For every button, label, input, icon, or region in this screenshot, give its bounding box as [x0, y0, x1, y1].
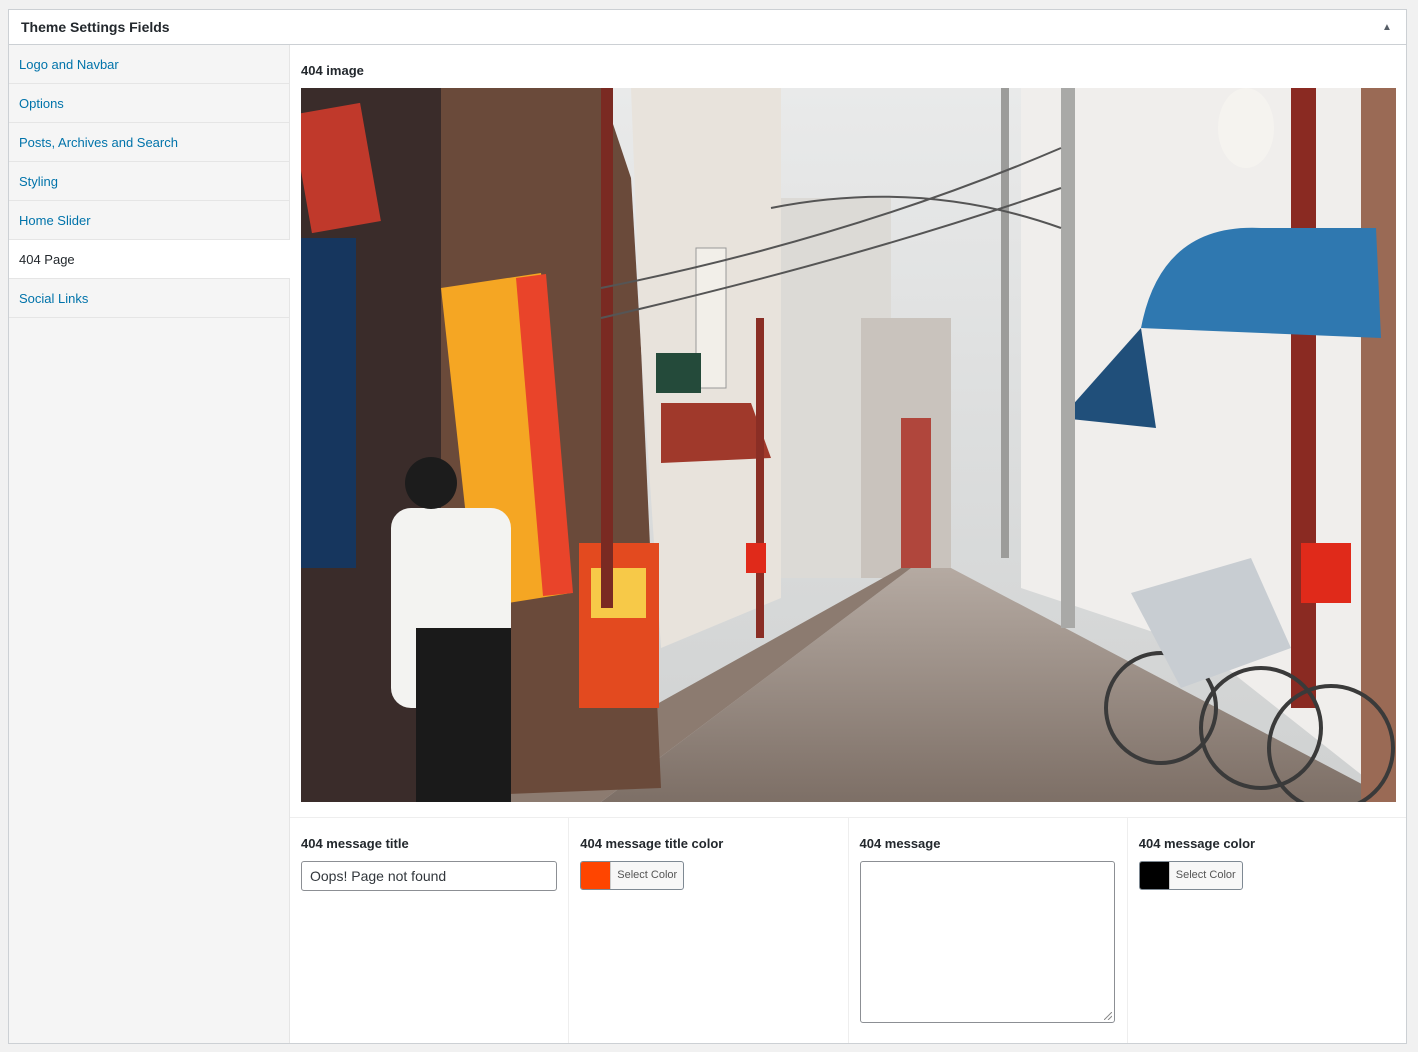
street-photo-image: [301, 88, 1396, 802]
field-title-color: 404 message title color Select Color: [569, 818, 849, 1043]
metabox-header: Theme Settings Fields ▲: [9, 10, 1406, 45]
title-color-swatch: [581, 862, 612, 889]
tab-404-page[interactable]: 404 Page: [9, 240, 290, 279]
metabox-title: Theme Settings Fields: [21, 19, 170, 35]
tab-logo-and-navbar[interactable]: Logo and Navbar: [9, 45, 289, 84]
field-message-color: 404 message color Select Color: [1128, 818, 1406, 1043]
resize-grip-icon[interactable]: [1103, 1012, 1112, 1020]
tab-styling[interactable]: Styling: [9, 162, 289, 201]
title-color-button-label: Select Color: [617, 869, 678, 881]
message-color-button-label: Select Color: [1175, 869, 1236, 881]
message-color-swatch: [1139, 862, 1170, 889]
tab-panel-404: 404 image 404 message title Oops! Page n…: [290, 45, 1406, 1043]
tab-options[interactable]: Options: [9, 84, 289, 123]
message-title-label: 404 message title: [301, 836, 409, 851]
message-title-value: Oops! Page not found: [310, 868, 447, 884]
field-title: 404 message title Oops! Page not found: [290, 818, 570, 1043]
title-color-picker-button[interactable]: Select Color: [580, 861, 685, 890]
message-title-input[interactable]: Oops! Page not found: [301, 861, 557, 891]
fields-row: 404 message title Oops! Page not found 4…: [290, 817, 1406, 1043]
message-color-picker-button[interactable]: Select Color: [1138, 861, 1243, 890]
title-color-label: 404 message title color: [580, 836, 724, 851]
message-color-label: 404 message color: [1138, 836, 1256, 851]
tab-social-links[interactable]: Social Links: [9, 279, 289, 318]
tab-home-slider[interactable]: Home Slider: [9, 201, 289, 240]
message-label: 404 message: [859, 836, 941, 851]
theme-settings-metabox: Theme Settings Fields ▲ Logo and Navbar …: [8, 9, 1407, 1044]
field-message: 404 message: [849, 818, 1128, 1043]
metabox-inside: Logo and Navbar Options Posts, Archives …: [9, 45, 1406, 1043]
tab-posts-archives-search[interactable]: Posts, Archives and Search: [9, 123, 289, 162]
collapse-toggle-icon[interactable]: ▲: [1380, 22, 1394, 33]
message-textarea[interactable]: [859, 861, 1115, 1023]
tab-list: Logo and Navbar Options Posts, Archives …: [9, 45, 290, 1043]
404-image-preview[interactable]: [301, 88, 1396, 802]
image-field-label: 404 image: [301, 63, 364, 78]
